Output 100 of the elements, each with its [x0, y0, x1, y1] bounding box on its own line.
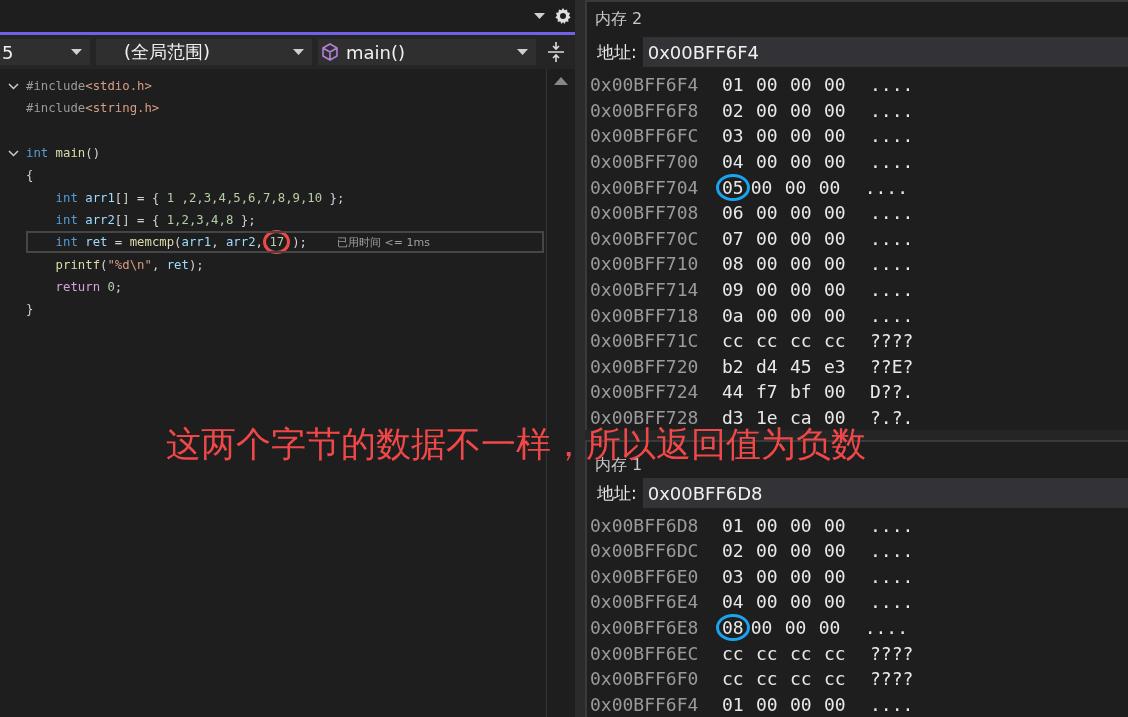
byte-value: 00 — [750, 176, 774, 198]
memory-address: 0x00BFF6D8 — [590, 514, 700, 536]
ascii-text: .... — [870, 99, 914, 121]
byte-value: ca — [790, 407, 812, 428]
ascii-text: .... — [870, 74, 914, 96]
memory-address: 0x00BFF714 — [590, 279, 700, 301]
byte-value: 00 — [784, 176, 808, 198]
scope-dropdown[interactable]: main() — [318, 39, 536, 65]
memory-address: 0x00BFF6E8 — [590, 616, 700, 638]
split-icon[interactable] — [548, 42, 564, 62]
byte-value: 00 — [824, 151, 847, 173]
address-field[interactable]: 0x00BFF6F4 — [642, 37, 1128, 67]
byte-value: 00 — [756, 125, 779, 147]
byte-value: 00 — [756, 253, 779, 275]
ascii-text: .... — [864, 176, 909, 198]
ascii-text: .... — [870, 304, 914, 326]
byte-value: 00 — [824, 202, 847, 224]
settings-icon[interactable] — [555, 8, 571, 24]
byte-value: 03 — [722, 565, 745, 587]
ascii-text: .... — [870, 253, 914, 275]
scope-dropdown[interactable]: 5 — [0, 39, 90, 65]
byte-value: 1e — [756, 407, 778, 428]
memory-address: 0x00BFF700 — [590, 151, 700, 173]
byte-value: 00 — [818, 176, 842, 198]
byte-value: 01 — [722, 693, 745, 715]
collapse-icon[interactable] — [7, 149, 19, 157]
byte-value: 00 — [824, 253, 847, 275]
scroll-up-icon[interactable] — [554, 77, 568, 85]
byte-value: 00 — [824, 99, 847, 121]
memory-address: 0x00BFF720 — [590, 355, 700, 377]
address-label: 地址: — [597, 40, 637, 64]
byte-value: 00 — [756, 74, 779, 96]
ascii-text: .... — [870, 227, 914, 249]
byte-value: 00 — [756, 540, 779, 562]
byte-value: 00 — [756, 227, 779, 249]
byte-value: 00 — [824, 125, 847, 147]
code-line: int main() — [26, 146, 101, 161]
ascii-text: ?.?. — [870, 407, 914, 428]
byte-value: 09 — [722, 279, 745, 301]
cube-icon — [320, 42, 340, 62]
ascii-text: .... — [870, 151, 914, 173]
scope-dropdown[interactable]: (全局范围) — [96, 39, 312, 65]
byte-value: 00 — [824, 693, 847, 715]
code-line: #include<stdio.h> — [26, 79, 152, 94]
byte-value: 0a — [722, 304, 745, 326]
memory-address: 0x00BFF6EC — [590, 642, 700, 664]
memory-address: 0x00BFF710 — [590, 253, 700, 275]
memory-address: 0x00BFF718 — [590, 304, 700, 326]
collapse-icon[interactable] — [7, 82, 19, 90]
byte-value: cc — [756, 330, 779, 352]
panel-title: 内存 2 — [595, 8, 643, 30]
byte-value: 00 — [790, 591, 813, 613]
byte-value: 00 — [824, 381, 847, 403]
byte-value: b2 — [722, 355, 745, 377]
byte-value: 00 — [824, 407, 847, 428]
memory-address: 0x00BFF6F4 — [590, 693, 700, 715]
byte-value: cc — [756, 642, 779, 664]
caret-icon — [517, 49, 528, 55]
byte-value: 00 — [790, 74, 813, 96]
byte-value: 44 — [722, 381, 745, 403]
memory-address: 0x00BFF71C — [590, 330, 700, 352]
byte-value: 00 — [790, 99, 813, 121]
byte-value: 00 — [790, 565, 813, 587]
memory-address: 0x00BFF6FC — [590, 125, 700, 147]
ascii-text: .... — [870, 540, 914, 562]
memory-address: 0x00BFF724 — [590, 381, 700, 403]
byte-value: 01 — [722, 514, 745, 536]
ascii-text: ???? — [870, 642, 914, 664]
ascii-text: .... — [870, 591, 914, 613]
byte-value: 00 — [790, 125, 813, 147]
byte-value: 00 — [824, 540, 847, 562]
ascii-text: ???? — [870, 330, 914, 352]
byte-value: cc — [722, 668, 745, 690]
byte-value: 00 — [756, 151, 779, 173]
memory-address: 0x00BFF6F4 — [590, 74, 700, 96]
byte-value: 00 — [824, 591, 847, 613]
byte-value: cc — [756, 668, 779, 690]
byte-value: e3 — [824, 355, 847, 377]
memory-address: 0x00BFF6E4 — [590, 591, 700, 613]
byte-value: 00 — [756, 202, 779, 224]
ascii-text: ??E? — [870, 355, 914, 377]
byte-value: 00 — [824, 227, 847, 249]
ascii-text: .... — [870, 279, 914, 301]
code-line: int arr1[] = { 1 ,2,3,4,5,6,7,8,9,10 }; — [54, 190, 345, 205]
ascii-text: .... — [870, 202, 914, 224]
byte-value: d4 — [756, 355, 779, 377]
memory-address: 0x00BFF6DC — [590, 540, 700, 562]
byte-value: 00 — [790, 202, 813, 224]
byte-value: 00 — [756, 693, 779, 715]
code-line: } — [26, 302, 34, 317]
memory-address: 0x00BFF70C — [590, 227, 700, 249]
ascii-text: D??. — [870, 381, 914, 403]
code-line: int arr2[] = { 1,2,3,4,8 }; — [54, 212, 256, 227]
byte-value: 00 — [824, 514, 847, 536]
byte-value: cc — [722, 642, 745, 664]
byte-value: 08 — [722, 253, 745, 275]
byte-value: 00 — [750, 616, 774, 638]
byte-value: cc — [722, 330, 745, 352]
byte-value: 00 — [756, 279, 779, 301]
code-line: #include<string.h> — [26, 101, 160, 116]
